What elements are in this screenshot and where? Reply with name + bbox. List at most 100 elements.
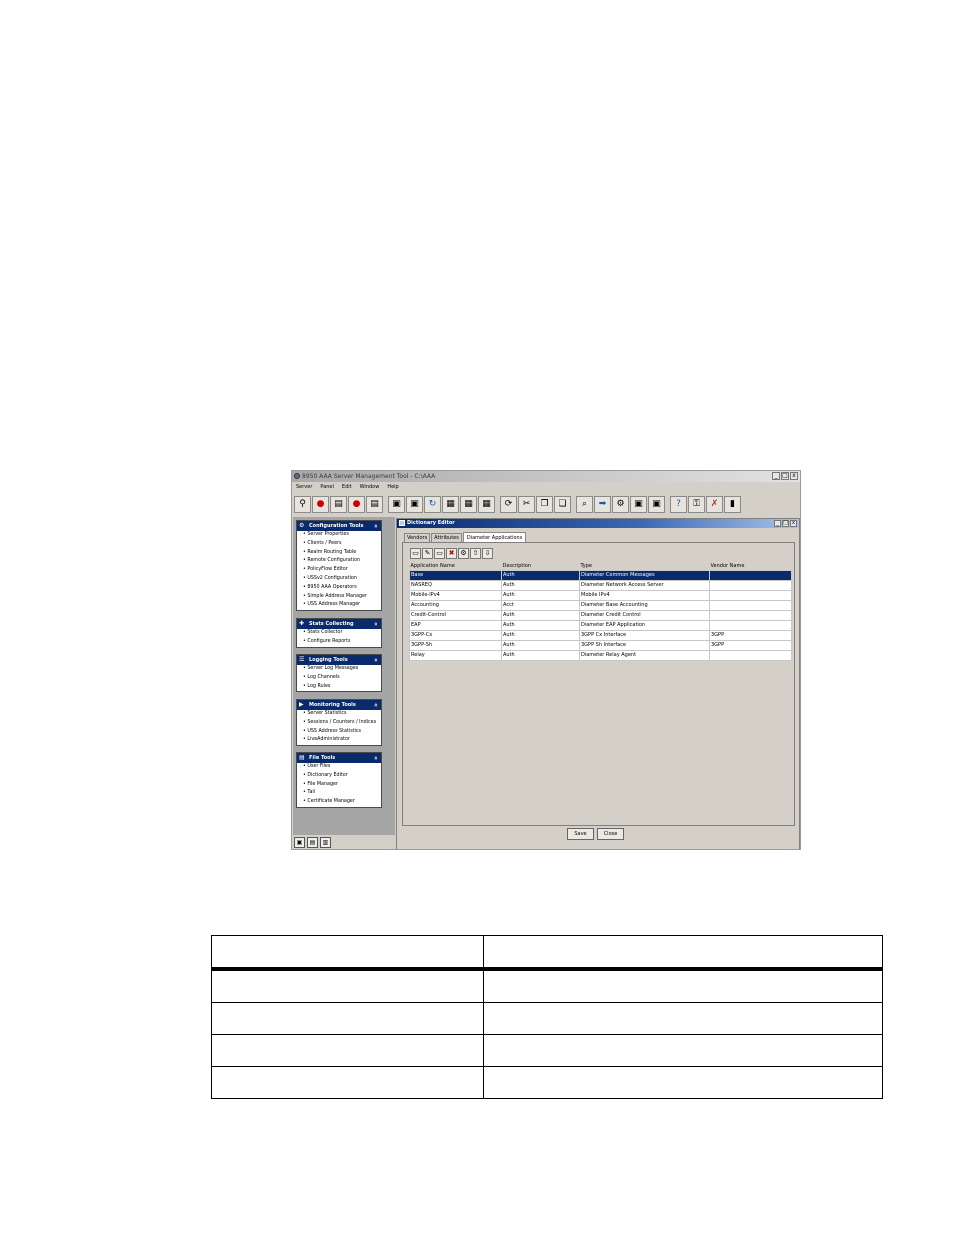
sidebar-item[interactable]: • Sessions / Counters / Indices: [297, 719, 381, 728]
move-up-icon[interactable]: ⇧: [470, 548, 481, 559]
cut-icon[interactable]: ✂: [518, 496, 535, 513]
sidebar-item[interactable]: • Log Rules: [297, 683, 381, 692]
table-row[interactable]: Accounting Acct Diameter Base Accounting: [409, 600, 792, 611]
sidebar-item[interactable]: • Tail: [297, 789, 381, 798]
status-icon[interactable]: ▤: [307, 836, 318, 848]
sidebar-item[interactable]: • Server Properties: [297, 531, 381, 540]
settings-icon[interactable]: ⚙: [612, 496, 629, 513]
form-icon[interactable]: ▦: [442, 496, 459, 513]
forward-icon[interactable]: ➡: [594, 496, 611, 513]
table-row[interactable]: Mobile-IPv4 Auth Mobile IPv4: [409, 590, 792, 601]
sidebar-item[interactable]: • Stats Collector: [297, 629, 381, 638]
table-row[interactable]: Base Auth Diameter Common Messages: [409, 570, 792, 581]
paste-icon[interactable]: ❏: [554, 496, 571, 513]
table-row[interactable]: 3GPP-Sh Auth 3GPP Sh Interface 3GPP: [409, 640, 792, 651]
move-down-icon[interactable]: ⇩: [482, 548, 493, 559]
column-header[interactable]: Vendor Name: [710, 562, 792, 571]
sidebar-group-header[interactable]: ▤ File Tools «: [297, 753, 381, 763]
sidebar-item[interactable]: • User Files: [297, 763, 381, 772]
save-button[interactable]: Save: [567, 828, 594, 840]
copy-icon[interactable]: ❐: [536, 496, 553, 513]
sidebar-item[interactable]: • Simple Address Manager: [297, 593, 381, 602]
column-header[interactable]: Description: [502, 562, 580, 571]
sidebar-item-label: Dictionary Editor: [307, 772, 348, 778]
link-icon[interactable]: ⚲: [294, 496, 311, 513]
save-icon[interactable]: ▣: [388, 496, 405, 513]
collapse-icon[interactable]: «: [370, 658, 380, 662]
sidebar-item[interactable]: • USS Address Manager: [297, 601, 381, 610]
sidebar-item[interactable]: • USS Address Statistics: [297, 728, 381, 737]
column-header[interactable]: Application Name: [410, 562, 502, 571]
table-row[interactable]: NASREQ Auth Diameter Network Access Server: [409, 580, 792, 591]
app-titlebar[interactable]: 8950 AAA Server Management Tool - C:\AAA…: [292, 471, 800, 482]
copy-icon[interactable]: ▭: [434, 548, 445, 559]
sidebar-group-header[interactable]: ☰ Logging Tools «: [297, 655, 381, 665]
delete-icon[interactable]: ✖: [446, 548, 457, 559]
sidebar-item[interactable]: • Server Statistics: [297, 710, 381, 719]
sidebar-item-label: Tail: [307, 790, 316, 796]
dict-close-button[interactable]: x: [790, 520, 797, 527]
table-row[interactable]: Relay Auth Diameter Relay Agent: [409, 650, 792, 661]
server-icon[interactable]: ▣: [630, 496, 647, 513]
edit-icon[interactable]: ✎: [422, 548, 433, 559]
sidebar-item[interactable]: • 8950 AAA Operators: [297, 584, 381, 593]
document-icon[interactable]: ▤: [330, 496, 347, 513]
dictionary-titlebar[interactable]: Dictionary Editor _ □ x: [397, 519, 799, 528]
menu-server[interactable]: Server: [292, 483, 316, 492]
print-icon[interactable]: ▦: [478, 496, 495, 513]
sidebar-group-header[interactable]: ✚ Stats Collecting «: [297, 619, 381, 629]
sidebar-item[interactable]: • Certificate Manager: [297, 798, 381, 807]
refresh-icon[interactable]: ↻: [424, 496, 441, 513]
sidebar-item[interactable]: • PolicyFlow Editor: [297, 566, 381, 575]
menu-edit[interactable]: Edit: [338, 483, 356, 492]
help-icon[interactable]: ?: [670, 496, 687, 513]
sidebar-item[interactable]: • Server Log Messages: [297, 665, 381, 674]
sidebar-item[interactable]: • LiveAdministrator: [297, 736, 381, 745]
column-header[interactable]: Type: [580, 562, 710, 571]
record-red-icon[interactable]: ●: [348, 496, 365, 513]
save-as-icon[interactable]: ▣: [406, 496, 423, 513]
collapse-icon[interactable]: «: [370, 622, 380, 626]
refresh-arrows-icon[interactable]: ⟳: [500, 496, 517, 513]
status-icon[interactable]: ▣: [294, 836, 305, 848]
lock-icon[interactable]: ⚿: [688, 496, 705, 513]
sidebar-item[interactable]: • Remote Configuration: [297, 557, 381, 566]
dict-maximize-button[interactable]: □: [782, 520, 789, 527]
close-window-button[interactable]: x: [790, 472, 798, 480]
sidebar-item[interactable]: • Realm Routing Table: [297, 549, 381, 558]
collapse-icon[interactable]: «: [370, 756, 380, 760]
database-icon[interactable]: ▮: [724, 496, 741, 513]
table-cell: [709, 590, 792, 601]
sidebar-item[interactable]: • Clients / Peers: [297, 540, 381, 549]
maximize-button[interactable]: □: [781, 472, 789, 480]
status-icon[interactable]: ▥: [320, 836, 331, 848]
record-red-icon[interactable]: ●: [312, 496, 329, 513]
sidebar-item[interactable]: • Configure Reports: [297, 638, 381, 647]
table-row[interactable]: EAP Auth Diameter EAP Application: [409, 620, 792, 631]
table-row[interactable]: Credit-Control Auth Diameter Credit Contro…: [409, 610, 792, 621]
panel-icon[interactable]: ▣: [648, 496, 665, 513]
close-button[interactable]: Close: [597, 828, 624, 840]
collapse-icon[interactable]: «: [370, 524, 380, 528]
sidebar-group-header[interactable]: ▶ Monitoring Tools «: [297, 700, 381, 710]
menu-panel[interactable]: Panel: [316, 483, 338, 492]
sidebar-item[interactable]: • USSv2 Configuration: [297, 575, 381, 584]
sidebar-item-label: USSv2 Configuration: [307, 575, 357, 581]
collapse-icon[interactable]: «: [370, 703, 380, 707]
menu-help[interactable]: Help: [383, 483, 402, 492]
sidebar-group-header[interactable]: ⚙ Configuration Tools «: [297, 521, 381, 531]
dict-minimize-button[interactable]: _: [774, 520, 781, 527]
add-icon[interactable]: ▭: [410, 548, 421, 559]
menu-window[interactable]: Window: [356, 483, 384, 492]
minimize-button[interactable]: _: [772, 472, 780, 480]
settings-icon[interactable]: ⚙: [458, 548, 469, 559]
sidebar-item[interactable]: • Dictionary Editor: [297, 772, 381, 781]
document-icon[interactable]: ▤: [366, 496, 383, 513]
table-header-row: [211, 935, 883, 971]
sidebar-item[interactable]: • File Manager: [297, 781, 381, 790]
find-icon[interactable]: ⌕: [576, 496, 593, 513]
tools-icon[interactable]: ✗: [706, 496, 723, 513]
table-row[interactable]: 3GPP-Cx Auth 3GPP Cx Interface 3GPP: [409, 630, 792, 641]
stop-icon[interactable]: ▦: [460, 496, 477, 513]
sidebar-item[interactable]: • Log Channels: [297, 674, 381, 683]
